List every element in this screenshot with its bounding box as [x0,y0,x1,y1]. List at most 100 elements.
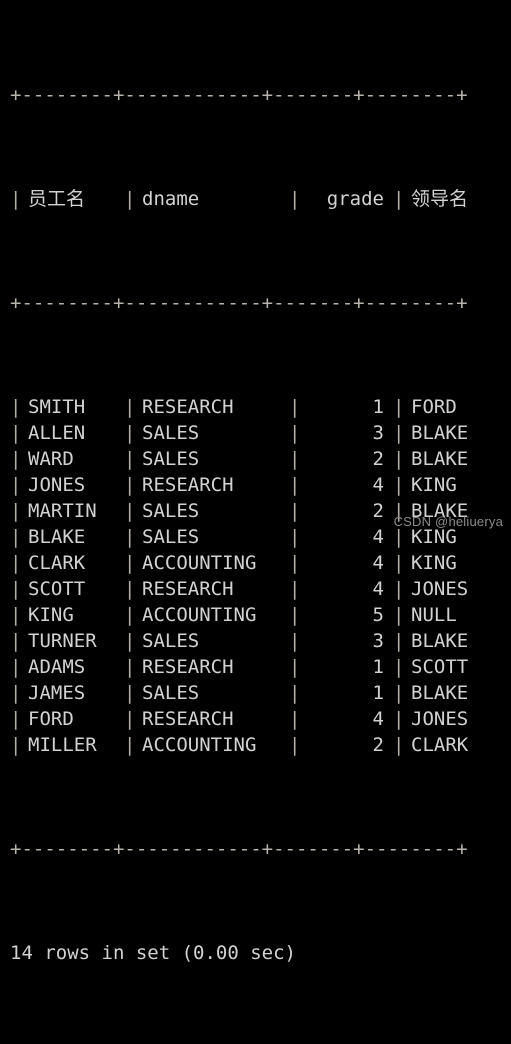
table-border-pipe: | [124,526,136,548]
cell-dname: ACCOUNTING [142,552,257,574]
table-border-pipe: | [393,422,405,444]
cell-dname: SALES [142,630,200,652]
table-border-pipe: | [10,448,22,470]
terminal-window[interactable]: +--------+------------+-------+--------+… [0,0,511,964]
table-border-pipe: | [393,604,405,626]
column-header-mgr_name: 领导名 [411,188,469,210]
table-border-pipe: | [124,734,136,756]
cell-grade: 4 [372,526,384,548]
cell-grade: 4 [372,552,384,574]
cell-emp_name: BLAKE [28,526,86,548]
table-top-border: +--------+------------+-------+--------+ [10,84,468,106]
table-border-pipe: | [289,422,301,444]
table-header-row: |员工名|dname|grade|领导名| [10,186,511,212]
table-border-pipe: | [124,474,136,496]
table-border-pipe: | [393,682,405,704]
table-border-pipe: | [393,630,405,652]
table-border-pipe: | [393,734,405,756]
table-border-pipe: | [124,708,136,730]
status-line: 14 rows in set (0.00 sec) [10,942,296,964]
cell-grade: 2 [372,734,384,756]
table-border-pipe: | [10,552,22,574]
table-border-pipe: | [10,500,22,522]
cell-emp_name: MARTIN [28,500,97,522]
table-row: |JONES|RESEARCH|4|KING| [10,472,511,498]
table-row: |TURNER|SALES|3|BLAKE| [10,628,511,654]
table-border-pipe: | [10,630,22,652]
cell-grade: 5 [372,604,384,626]
cell-emp_name: SCOTT [28,578,86,600]
cell-mgr_name: FORD [411,396,457,418]
cell-dname: SALES [142,448,200,470]
table-border-pipe: | [393,578,405,600]
table-border-pipe: | [10,474,22,496]
cell-grade: 4 [372,708,384,730]
cell-grade: 1 [372,656,384,678]
cell-dname: SALES [142,500,200,522]
table-border-pipe: | [289,578,301,600]
column-header-emp_name: 员工名 [28,188,86,210]
table-border-pipe: | [393,448,405,470]
cell-mgr_name: JONES [411,578,469,600]
table-border-pipe: | [289,552,301,574]
table-border-pipe: | [289,604,301,626]
cell-mgr_name: KING [411,474,457,496]
table-row: |SMITH|RESEARCH|1|FORD| [10,394,511,420]
table-border-pipe: | [124,422,136,444]
cell-emp_name: KING [28,604,74,626]
table-border-pipe: | [393,188,405,210]
cell-mgr_name: CLARK [411,734,469,756]
cell-grade: 3 [372,630,384,652]
cell-grade: 2 [372,500,384,522]
table-border-pipe: | [289,734,301,756]
table-border-pipe: | [10,396,22,418]
cell-emp_name: TURNER [28,630,97,652]
table-border-pipe: | [10,682,22,704]
watermark: CSDN @heliuerya [393,514,503,529]
table-row: |SCOTT|RESEARCH|4|JONES| [10,576,511,602]
cell-emp_name: ALLEN [28,422,86,444]
table-border-pipe: | [124,396,136,418]
table-border-pipe: | [10,422,22,444]
table-row: |FORD|RESEARCH|4|JONES| [10,706,511,732]
table-border-pipe: | [393,474,405,496]
table-row: |ADAMS|RESEARCH|1|SCOTT| [10,654,511,680]
table-border-pipe: | [124,656,136,678]
table-border-pipe: | [289,708,301,730]
table-rows: | SMITH | RESEARCH | 1 | FORD | | ALLEN | SALES | 3 | BL… [10,394,511,758]
cell-mgr_name: JONES [411,708,469,730]
table-row: |ALLEN|SALES|3|BLAKE| [10,420,511,446]
table-row: |WARD|SALES|2|BLAKE| [10,446,511,472]
table-border-pipe: | [289,526,301,548]
table-border-pipe: | [10,188,22,210]
table-border-pipe: | [124,500,136,522]
table-bottom-border: +--------+------------+-------+--------+ [10,838,468,860]
cell-emp_name: SMITH [28,396,86,418]
table-row: |MILLER|ACCOUNTING|2|CLARK| [10,732,511,758]
table-header-separator: +--------+------------+-------+--------+ [10,292,468,314]
table-border-pipe: | [289,500,301,522]
table-border-pipe: | [289,682,301,704]
cell-emp_name: WARD [28,448,74,470]
cell-dname: RESEARCH [142,474,234,496]
table-row: |CLARK|ACCOUNTING|4|KING| [10,550,511,576]
cell-grade: 3 [372,422,384,444]
table-border-pipe: | [10,526,22,548]
cell-grade: 2 [372,448,384,470]
cell-dname: RESEARCH [142,396,234,418]
table-row: |KING|ACCOUNTING|5|NULL| [10,602,511,628]
table-border-pipe: | [393,396,405,418]
cell-mgr_name: BLAKE [411,448,469,470]
cell-mgr_name: KING [411,552,457,574]
table-border-pipe: | [124,630,136,652]
table-border-pipe: | [393,552,405,574]
cell-emp_name: JAMES [28,682,86,704]
table-border-pipe: | [393,656,405,678]
cell-dname: SALES [142,682,200,704]
table-border-pipe: | [10,656,22,678]
cell-mgr_name: BLAKE [411,630,469,652]
cell-emp_name: JONES [28,474,86,496]
cell-grade: 4 [372,474,384,496]
cell-emp_name: MILLER [28,734,97,756]
cell-dname: SALES [142,422,200,444]
